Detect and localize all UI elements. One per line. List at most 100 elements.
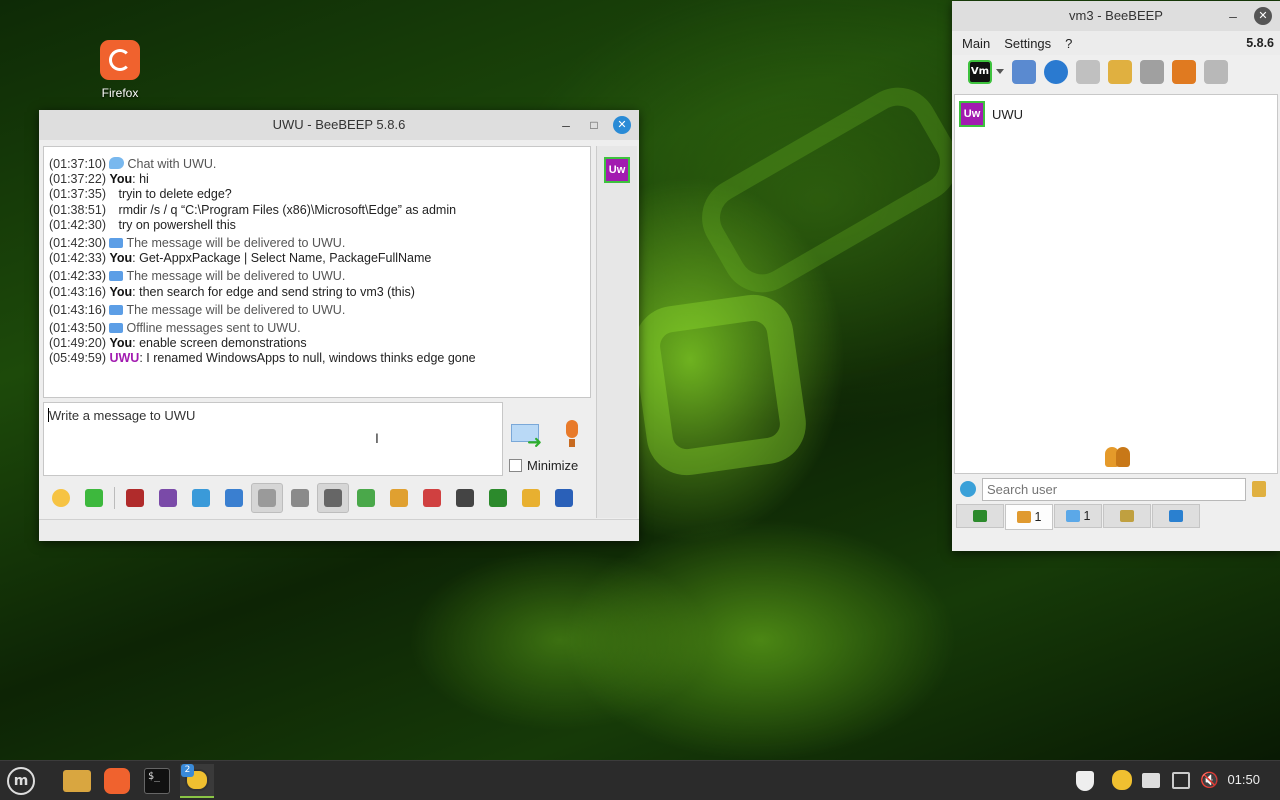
emoticon-button[interactable] [45,483,77,513]
network-icon[interactable] [1172,772,1190,800]
shield-icon[interactable] [1076,771,1094,800]
tab-chats[interactable]: 1 [1054,504,1102,528]
screen-share-icon [489,489,507,507]
chat-message-row: (01:37:10) Chat with UWU. [49,157,585,172]
message-timestamp: (01:38:51) [49,202,106,217]
message-input-placeholder: Write a message to UWU [49,408,196,423]
screen-share-button[interactable] [482,483,514,513]
message-sender: You [109,172,133,187]
message-timestamp: (05:49:59) [49,351,106,366]
menu-settings[interactable]: Settings [1004,36,1051,51]
trash-icon[interactable] [1204,60,1228,84]
chats-icon [1065,510,1080,522]
message-sender: You [109,336,133,351]
message-text: Offline messages sent to UWU. [126,321,301,336]
font-button[interactable] [119,483,151,513]
desktop-icon-label: Firefox [101,86,139,100]
voice-message-button[interactable] [561,418,581,448]
emoticon-icon [52,489,70,507]
tools-icon[interactable] [1140,60,1164,84]
upload-icon[interactable] [1172,60,1196,84]
tab-count: 1 [1034,510,1042,524]
folder-arrow-icon [390,489,408,507]
search-user-input[interactable] [982,477,1246,501]
user-list[interactable]: Uw UWU [954,94,1278,474]
chat-window-titlebar[interactable]: UWU - BeeBEEP 5.8.6 – □ ✕ [39,110,639,140]
clipboard-icon[interactable] [1076,60,1100,84]
settings-button[interactable] [218,483,250,513]
chat-message-row: (01:49:20) You: enable screen demonstrat… [49,336,585,351]
pencil-icon[interactable] [1108,60,1132,84]
user-avatar: Uw [959,101,985,127]
close-window-icon[interactable]: ✕ [1254,7,1272,25]
files-icon [1169,510,1183,522]
html-button[interactable] [416,483,448,513]
window-count-badge: 2 [181,764,194,777]
message-sender: UWU [109,351,140,366]
screenshot-button[interactable] [449,483,481,513]
member-avatar[interactable]: Uw [604,157,630,183]
user-row[interactable]: Uw UWU [955,97,1277,131]
minimize-checkbox[interactable]: Minimize [509,458,578,473]
terminal-icon: $_ [144,768,170,794]
clear-search-icon[interactable] [1252,481,1266,497]
taskbar-firefox[interactable] [100,764,134,798]
send-message-button[interactable]: ➜ [511,420,545,453]
chat-status-bar [39,519,639,541]
tab-users[interactable]: 1 [1005,504,1053,530]
status-dropdown-icon[interactable] [996,69,1004,75]
folder-icon [63,770,91,792]
filter-icon [192,489,210,507]
message-text: try on powershell this [118,217,236,232]
mint-menu-button[interactable]: m [4,764,38,798]
chat-message-row: (01:38:51) rmdir /s / q “C:\Program File… [49,203,585,218]
message-input[interactable]: Write a message to UWU I [43,402,503,476]
spell-check-button[interactable] [284,483,316,513]
envelope-icon [109,238,124,249]
envelope-icon [109,323,124,334]
notes-button[interactable] [515,483,547,513]
network-icon[interactable] [1044,60,1068,84]
message-text: The message will be delivered to UWU. [126,269,346,284]
minimize-window-icon[interactable]: – [1222,1,1244,31]
main-window-titlebar[interactable]: vm3 - BeeBEEP – ✕ [952,1,1280,31]
save-button[interactable] [548,483,580,513]
tab-groups[interactable] [1103,504,1151,528]
tab-home[interactable] [956,504,1004,528]
chat-message-row: (01:42:33) The message will be delivered… [49,269,585,284]
printer-icon[interactable] [1142,773,1160,800]
html-icon [423,489,441,507]
maximize-window-icon[interactable]: □ [583,110,605,140]
beebeep-tray-icon[interactable] [1112,770,1132,800]
save-chat-button[interactable] [251,483,283,513]
send-file-button[interactable] [78,483,110,513]
taskbar-beebeep[interactable]: 2 [180,764,214,798]
taskbar-files[interactable] [60,764,94,798]
edit-profile-icon[interactable] [1012,60,1036,84]
message-text: The message will be delivered to UWU. [126,236,346,251]
menu-main[interactable]: Main [962,36,990,51]
main-tabs: 11 [956,504,1200,530]
color-button[interactable] [152,483,184,513]
clock[interactable]: 01:50 [1227,772,1260,787]
menu-help[interactable]: ? [1065,36,1072,51]
message-sender: You [109,284,133,299]
message-text: : hi [132,172,149,187]
minimize-window-icon[interactable]: – [555,110,577,140]
home-icon [973,510,987,522]
checkbox-box[interactable] [509,459,522,472]
settings-icon [225,489,243,507]
network-search-icon[interactable] [960,481,976,497]
export-button[interactable] [350,483,382,513]
chat-log[interactable]: (01:37:10) Chat with UWU. (01:37:22) You:… [43,146,591,398]
user-name: UWU [992,106,1024,122]
tab-files[interactable] [1152,504,1200,528]
close-window-icon[interactable]: ✕ [613,116,631,134]
desktop-icon-firefox[interactable]: Firefox [90,40,150,100]
sound-button[interactable] [317,483,349,513]
my-avatar-icon[interactable]: Vm [968,60,992,84]
volume-muted-icon[interactable]: 🔇 [1200,771,1219,800]
filter-button[interactable] [185,483,217,513]
taskbar-terminal[interactable]: $_ [140,764,174,798]
folder-arrow-button[interactable] [383,483,415,513]
